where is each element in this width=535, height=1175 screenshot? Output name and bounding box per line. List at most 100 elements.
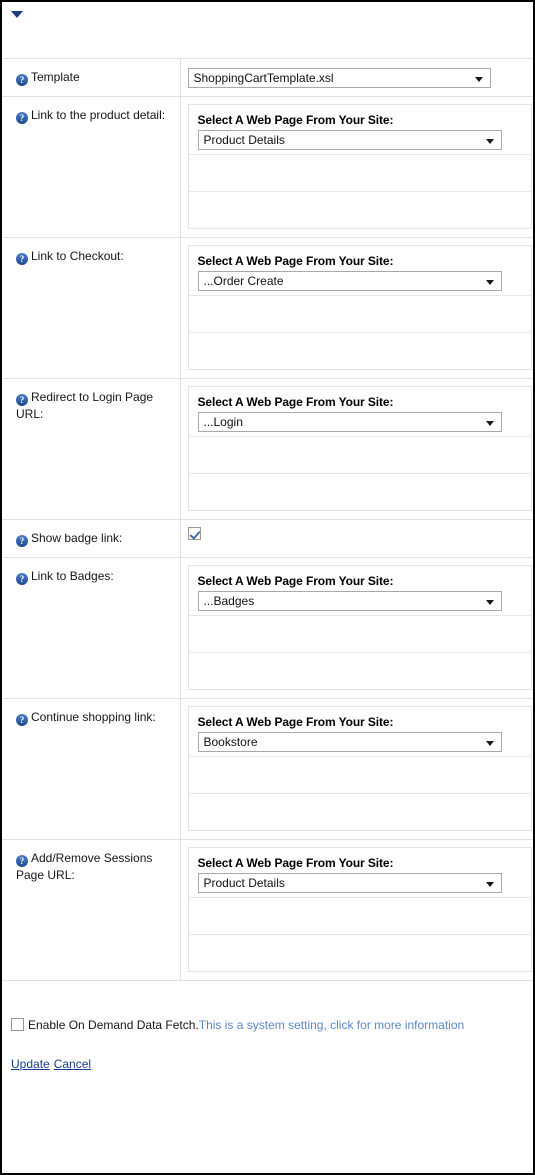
page-picker-head: Select A Web Page From Your Site: Produc… <box>189 848 531 897</box>
page-picker: Select A Web Page From Your Site: Produc… <box>187 847 532 972</box>
table-row: ? Redirect to Login Page URL: Select A We… <box>2 378 533 520</box>
page-picker-slot <box>188 652 531 689</box>
row-label-continue-shopping: ? Continue shopping link: <box>2 698 181 840</box>
help-icon[interactable]: ? <box>16 74 28 86</box>
page-select[interactable]: ...Order Create <box>197 271 502 291</box>
page-picker: Select A Web Page From Your Site: ...Log… <box>187 386 532 511</box>
row-label-show-badge: ? Show badge link: <box>2 519 181 558</box>
help-icon[interactable]: ? <box>16 714 28 726</box>
page-picker: Select A Web Page From Your Site: Bookst… <box>187 706 532 831</box>
row-label-sessions-page: ? Add/Remove Sessions Page URL: <box>2 839 181 981</box>
page-picker-title: Select A Web Page From Your Site: <box>197 395 394 409</box>
label-text: Template <box>31 70 80 84</box>
help-icon[interactable]: ? <box>16 112 28 124</box>
label-text: Redirect to Login Page URL: <box>16 390 154 421</box>
page-picker-slot <box>188 332 531 369</box>
page-select-value: Bookstore <box>203 735 258 749</box>
page-picker-slot <box>188 473 531 510</box>
action-links: Update Cancel <box>2 1033 533 1071</box>
help-icon[interactable]: ? <box>16 535 28 547</box>
system-setting-link[interactable]: This is a system setting, click for more… <box>199 1018 464 1032</box>
page-picker-head: Select A Web Page From Your Site: Produc… <box>189 105 531 154</box>
table-row: ? Link to Badges: Select A Web Page From … <box>2 557 533 699</box>
page-picker-slot <box>188 793 531 830</box>
settings-panel: ? Template ShoppingCartTemplate.xsl ? Link… <box>0 0 535 1175</box>
help-icon[interactable]: ? <box>16 253 28 265</box>
row-value-product-detail: Select A Web Page From Your Site: Produc… <box>180 96 533 238</box>
page-select[interactable]: Bookstore <box>197 732 502 752</box>
label-text: Link to Badges: <box>31 569 114 583</box>
row-value-template: ShoppingCartTemplate.xsl <box>180 58 533 97</box>
table-row: ? Continue shopping link: Select A Web Pa… <box>2 698 533 840</box>
page-picker: Select A Web Page From Your Site: Produc… <box>187 104 532 229</box>
chevron-down-icon <box>485 280 494 285</box>
show-badge-checkbox[interactable] <box>187 527 201 540</box>
page-picker-head: Select A Web Page From Your Site: ...Ord… <box>189 246 531 295</box>
label-text: Show badge link: <box>31 531 123 545</box>
page-picker-title: Select A Web Page From Your Site: <box>197 574 394 588</box>
row-label-template: ? Template <box>2 58 181 97</box>
page-select-value: ...Badges <box>203 594 255 608</box>
row-value-show-badge <box>180 519 533 558</box>
chevron-down-icon <box>485 741 494 746</box>
page-select-value: ...Login <box>203 415 243 429</box>
page-picker-title: Select A Web Page From Your Site: <box>197 113 394 127</box>
chevron-down-icon <box>485 421 494 426</box>
page-picker-slot <box>188 615 531 652</box>
row-value-checkout: Select A Web Page From Your Site: ...Ord… <box>180 237 533 379</box>
update-link[interactable]: Update <box>11 1057 50 1071</box>
template-select-value: ShoppingCartTemplate.xsl <box>193 71 334 85</box>
chevron-down-icon <box>485 882 494 887</box>
page-select[interactable]: ...Login <box>197 412 502 432</box>
page-select[interactable]: Product Details <box>197 130 502 150</box>
page-select[interactable]: ...Badges <box>197 591 502 611</box>
on-demand-label: Enable On Demand Data Fetch. <box>28 1018 199 1032</box>
row-label-product-detail: ? Link to the product detail: <box>2 96 181 238</box>
template-select[interactable]: ShoppingCartTemplate.xsl <box>187 68 491 88</box>
page-select-value: Product Details <box>203 876 285 890</box>
chevron-down-icon <box>485 600 494 605</box>
row-label-checkout: ? Link to Checkout: <box>2 237 181 379</box>
page-picker-title: Select A Web Page From Your Site: <box>197 254 394 268</box>
row-value-sessions-page: Select A Web Page From Your Site: Produc… <box>180 839 533 981</box>
row-value-continue-shopping: Select A Web Page From Your Site: Bookst… <box>180 698 533 840</box>
page-picker-slot <box>188 436 531 473</box>
row-label-login-redirect: ? Redirect to Login Page URL: <box>2 378 181 520</box>
row-label-badges: ? Link to Badges: <box>2 557 181 699</box>
label-text: Link to Checkout: <box>31 249 124 263</box>
page-picker: Select A Web Page From Your Site: ...Ord… <box>187 245 532 370</box>
page-picker-head: Select A Web Page From Your Site: Bookst… <box>189 707 531 756</box>
page-picker-slot <box>188 897 531 934</box>
table-row: ? Link to Checkout: Select A Web Page Fro… <box>2 237 533 379</box>
label-text: Add/Remove Sessions Page URL: <box>16 851 153 882</box>
row-value-login-redirect: Select A Web Page From Your Site: ...Log… <box>180 378 533 520</box>
help-icon[interactable]: ? <box>16 855 28 867</box>
page-select-value: ...Order Create <box>203 274 284 288</box>
page-picker-slot <box>188 154 531 191</box>
page-picker-head: Select A Web Page From Your Site: ...Log… <box>189 387 531 436</box>
help-icon[interactable]: ? <box>16 394 28 406</box>
page-select-value: Product Details <box>203 133 285 147</box>
on-demand-data-fetch-checkbox[interactable] <box>11 1018 24 1031</box>
on-demand-row: Enable On Demand Data Fetch.This is a sy… <box>2 1017 533 1033</box>
label-text: Link to the product detail: <box>31 108 166 122</box>
panel-footer: Enable On Demand Data Fetch.This is a sy… <box>2 981 533 1071</box>
page-picker-slot <box>188 756 531 793</box>
label-text: Continue shopping link: <box>31 710 156 724</box>
page-select[interactable]: Product Details <box>197 873 502 893</box>
chevron-down-icon <box>474 77 483 82</box>
table-row: ? Link to the product detail: Select A We… <box>2 96 533 238</box>
page-picker-slot <box>188 934 531 971</box>
page-picker-title: Select A Web Page From Your Site: <box>197 715 394 729</box>
cancel-link[interactable]: Cancel <box>54 1057 91 1071</box>
page-picker-head: Select A Web Page From Your Site: ...Bad… <box>189 566 531 615</box>
chevron-down-icon <box>485 139 494 144</box>
panel-header <box>2 2 533 58</box>
table-row: ? Template ShoppingCartTemplate.xsl <box>2 58 533 97</box>
table-row: ? Add/Remove Sessions Page URL: Select A … <box>2 839 533 981</box>
page-picker-slot <box>188 295 531 332</box>
page-picker-slot <box>188 191 531 228</box>
page-picker-title: Select A Web Page From Your Site: <box>197 856 394 870</box>
triangle-down-icon[interactable] <box>11 11 23 18</box>
help-icon[interactable]: ? <box>16 573 28 585</box>
